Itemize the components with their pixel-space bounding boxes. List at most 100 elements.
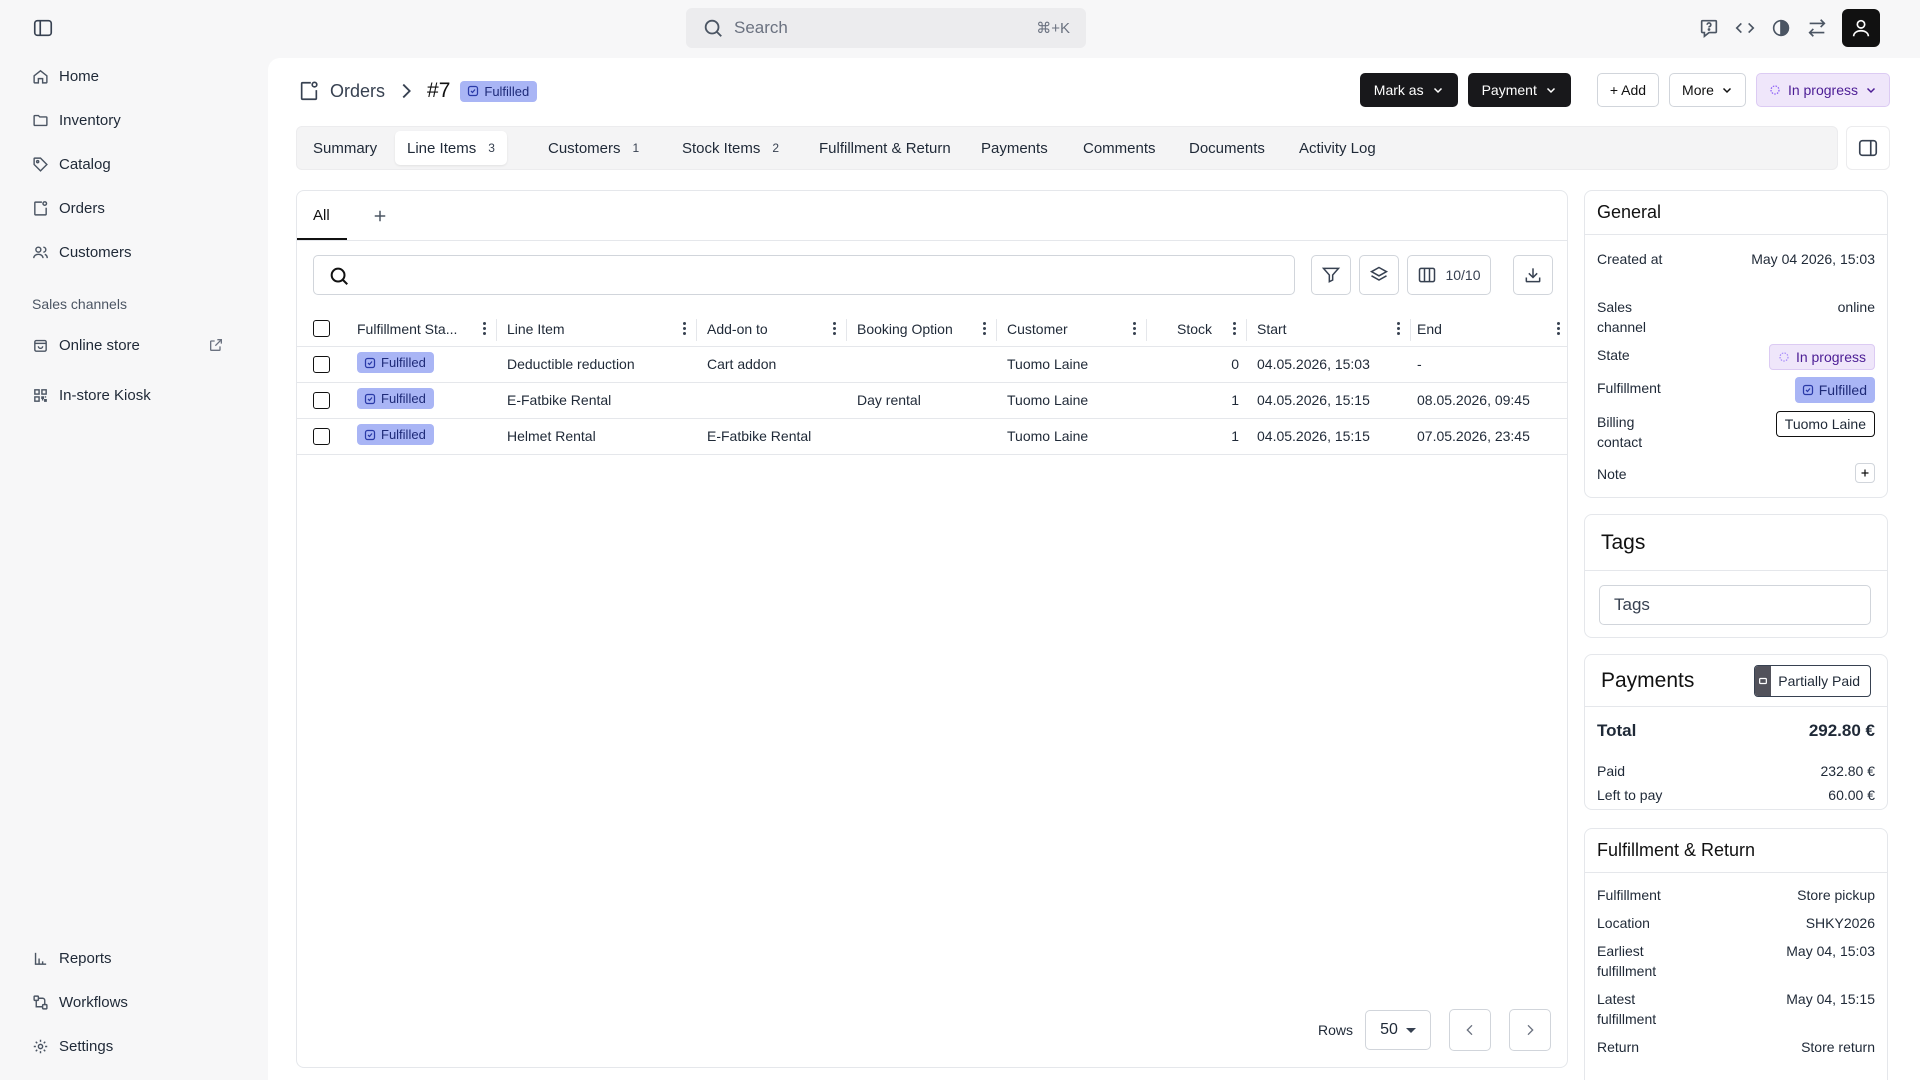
chevron-down-icon [1721, 84, 1733, 96]
column-menu-icon[interactable] [983, 321, 987, 337]
view-tab-all[interactable]: All [313, 207, 330, 224]
payment-button[interactable]: Payment [1467, 73, 1571, 107]
paid-value: 232.80 € [1820, 763, 1876, 779]
header-actions: Mark as Payment + Add More In progress [1359, 73, 1890, 107]
tags-input[interactable]: Tags [1599, 585, 1871, 625]
table-row[interactable]: Fulfilled Helmet Rental E-Fatbike Rental… [297, 419, 1567, 455]
column-header-add-on-to[interactable]: Add-on to [707, 321, 768, 337]
sidebar-item-home[interactable]: Home [32, 64, 99, 88]
paid-label: Paid [1597, 763, 1626, 779]
table-row[interactable]: Fulfilled E-Fatbike Rental Day rental Tu… [297, 383, 1567, 419]
column-header-line-item[interactable]: Line Item [507, 321, 565, 337]
sidebar-item-in-store-kiosk[interactable]: In-store Kiosk [32, 383, 151, 407]
sidebar-item-catalog[interactable]: Catalog [32, 152, 111, 176]
column-menu-icon[interactable] [833, 321, 837, 337]
cell-booking-option: Day rental [857, 392, 921, 408]
columns-button[interactable]: 10/10 [1407, 255, 1491, 295]
column-menu-icon[interactable] [483, 321, 487, 337]
column-header-customer[interactable]: Customer [1007, 321, 1068, 337]
row-checkbox[interactable] [313, 392, 330, 409]
billing-contact-chip[interactable]: Tuomo Laine [1775, 411, 1875, 437]
column-menu-icon[interactable] [1133, 321, 1137, 337]
column-header-fulfillment-status[interactable]: Fulfillment Sta... [357, 321, 457, 337]
tab-label: Customers [548, 139, 621, 157]
select-all-checkbox[interactable] [313, 320, 330, 337]
state-button[interactable]: In progress [1755, 73, 1890, 107]
table-search-input[interactable] [313, 255, 1295, 295]
total-label: Total [1597, 721, 1637, 740]
tab-fulfillment-return[interactable]: Fulfillment & Return [807, 131, 963, 165]
filter-button[interactable] [1311, 255, 1351, 295]
sidebar-item-orders[interactable]: Orders [32, 196, 105, 220]
sidebar-item-settings[interactable]: Settings [32, 1034, 113, 1058]
next-page-button[interactable] [1509, 1009, 1551, 1051]
tab-summary[interactable]: Summary [301, 131, 389, 165]
download-icon [1523, 265, 1543, 285]
cell-start: 04.05.2026, 15:15 [1257, 392, 1370, 408]
view-tabs: All [297, 191, 1567, 241]
row-status-label: Fulfilled [381, 427, 426, 442]
fulfillment-badge[interactable]: Fulfilled [1794, 377, 1875, 403]
global-search[interactable]: Search ⌘+K [686, 8, 1086, 48]
return-value: Store return [1801, 1039, 1875, 1055]
row-checkbox[interactable] [313, 428, 330, 445]
tab-stock-items[interactable]: Stock Items 2 [670, 131, 791, 165]
billing-contact-label: Billing contact [1597, 414, 1643, 450]
column-header-start[interactable]: Start [1257, 321, 1287, 337]
top-icons [1698, 9, 1880, 47]
sidebar-item-workflows[interactable]: Workflows [32, 990, 128, 1014]
group-button[interactable] [1359, 255, 1399, 295]
latest-fulfillment-row: Latest fulfillment May 04, 15:15 [1597, 989, 1875, 1029]
theme-toggle-icon[interactable] [1770, 17, 1792, 39]
breadcrumb-orders-link[interactable]: Orders [330, 81, 385, 102]
tab-documents[interactable]: Documents [1177, 131, 1277, 165]
tab-customers[interactable]: Customers 1 [536, 131, 651, 165]
add-note-button[interactable] [1855, 463, 1875, 483]
tab-comments[interactable]: Comments [1071, 131, 1168, 165]
column-menu-icon[interactable] [683, 321, 687, 337]
sidebar-toggle-icon[interactable] [32, 17, 54, 39]
tab-line-items[interactable]: Line Items 3 [395, 131, 507, 165]
column-menu-icon[interactable] [1233, 321, 1237, 337]
sidebar-item-customers[interactable]: Customers [32, 240, 132, 264]
column-header-booking-option[interactable]: Booking Option [857, 321, 953, 337]
payment-status-indicator [1755, 666, 1772, 696]
progress-circle-icon [1769, 84, 1781, 96]
orders-icon [298, 80, 320, 102]
rows-per-page-select[interactable]: 50 [1365, 1010, 1431, 1050]
sidebar-item-inventory[interactable]: Inventory [32, 108, 121, 132]
sidebar-item-label: Orders [59, 199, 105, 217]
switch-icon[interactable] [1806, 17, 1828, 39]
tab-activity-log[interactable]: Activity Log [1287, 131, 1388, 165]
payment-label: Payment [1481, 82, 1537, 98]
column-header-end[interactable]: End [1417, 321, 1442, 337]
add-button[interactable]: + Add [1596, 73, 1660, 107]
column-menu-icon[interactable] [1397, 321, 1401, 337]
add-view-icon[interactable] [371, 207, 389, 225]
sidebar-item-label: Inventory [59, 111, 121, 129]
pagination: Rows 50 [1318, 1009, 1551, 1051]
more-button[interactable]: More [1669, 73, 1746, 107]
column-header-stock[interactable]: Stock [1177, 321, 1212, 337]
tab-label: Payments [981, 139, 1048, 157]
column-menu-icon[interactable] [1557, 321, 1561, 337]
payment-status-badge[interactable]: Partially Paid [1754, 665, 1871, 697]
sidebar-item-reports[interactable]: Reports [32, 946, 112, 970]
table-row[interactable]: Fulfilled Deductible reduction Cart addo… [297, 347, 1567, 383]
side-panel-toggle[interactable] [1846, 126, 1890, 170]
mark-as-button[interactable]: Mark as [1359, 73, 1458, 107]
sales-channel-label: Sales channel [1597, 299, 1647, 335]
previous-page-button[interactable] [1449, 1009, 1491, 1051]
cell-add-on-to: Cart addon [707, 356, 777, 372]
user-avatar[interactable] [1842, 9, 1880, 47]
help-chat-icon[interactable] [1698, 17, 1720, 39]
fulfillment-method-value: Store pickup [1797, 887, 1875, 903]
external-link-icon[interactable] [208, 337, 224, 353]
state-badge[interactable]: In progress [1768, 344, 1875, 370]
tab-payments[interactable]: Payments [969, 131, 1060, 165]
sidebar-item-online-store[interactable]: Online store [32, 333, 140, 357]
row-checkbox[interactable] [313, 356, 330, 373]
code-icon[interactable] [1734, 17, 1756, 39]
export-button[interactable] [1513, 255, 1553, 295]
filter-icon [1321, 265, 1341, 285]
